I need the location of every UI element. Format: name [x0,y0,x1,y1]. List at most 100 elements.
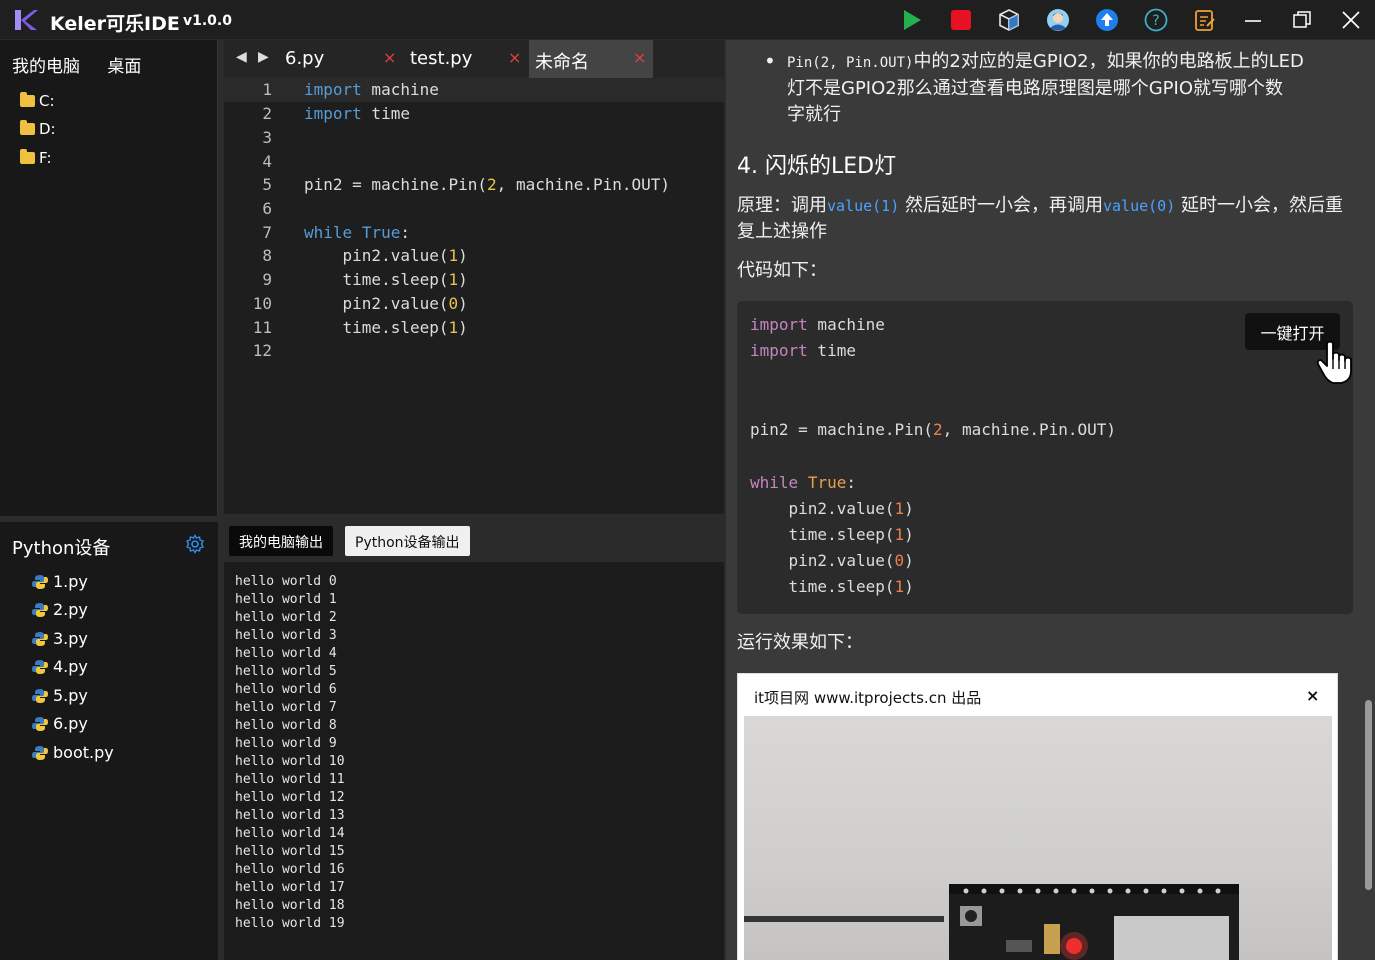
python-file-icon [32,688,48,703]
gear-icon[interactable] [185,534,205,554]
principle-paragraph: 原理：调用value(1) 然后延时一小会，再调用value(0) 延时一小会，… [737,193,1357,245]
doc-pane: • Pin(2, Pin.OUT)中的2对应的是GPIO2，如果你的电路板上的L… [726,40,1361,960]
bullet-text: 字就行 [787,104,841,125]
line-number: 1 [262,80,272,99]
principle-text: 延时一小会，然后重 [1180,195,1343,216]
code-line[interactable]: 7 while True: [224,221,724,245]
restore-icon[interactable] [1290,8,1314,32]
tab-python-device-output[interactable]: Python设备输出 [345,526,470,556]
python-file-icon [32,745,48,760]
line-content: time.sleep(1) [304,318,468,337]
drive-item-c[interactable]: C: [20,92,55,110]
code-block-line: pin2.value(0) [750,551,914,570]
device-file-item[interactable]: boot.py [32,743,114,762]
stop-icon[interactable] [949,8,973,32]
device-file-name: 1.py [53,572,88,591]
app-version: v1.0.0 [183,13,232,29]
file-browser-panel: 我的电脑 桌面 C: D: F: [0,40,218,516]
editor-tab-testpy[interactable]: test.py × [402,40,527,78]
code-block-line: import time [750,341,856,360]
python-file-icon [32,659,48,674]
code-line[interactable]: 1 import machine [224,78,724,102]
tab-my-computer[interactable]: 我的电脑 [12,57,80,77]
close-icon[interactable] [1339,8,1363,32]
run-icon[interactable] [900,8,924,32]
tab-desktop[interactable]: 桌面 [107,57,141,77]
line-content: pin2.value(0) [304,294,468,313]
output-line: hello world 4 [235,646,337,661]
line-content: while True: [304,223,410,242]
doc-scrollbar-thumb[interactable] [1365,700,1372,890]
line-number: 8 [262,246,272,265]
minimize-icon[interactable] [1241,8,1265,32]
help-icon[interactable]: ? [1144,8,1168,32]
editor-tab-untitled[interactable]: 未命名 × [529,40,653,78]
output-line: hello world 18 [235,898,345,913]
bullet-text: 中的2对应的是GPIO2，如果你的电路板上的LED [913,51,1304,72]
code-line[interactable]: 11 time.sleep(1) [224,316,724,340]
output-console: hello world 0 hello world 1 hello world 2 h… [224,562,724,960]
inline-code: value(1) [827,197,900,215]
hand-cursor-icon [1316,340,1352,384]
drive-label: C: [39,92,55,110]
code-line[interactable]: 9 time.sleep(1) [224,268,724,292]
code-line[interactable]: 4 [224,150,724,174]
notes-icon[interactable] [1193,8,1217,32]
device-file-item[interactable]: 4.py [32,657,88,676]
output-line: hello world 1 [235,592,337,607]
app-title: Keler可乐IDE [50,13,180,35]
code-line[interactable]: 10 pin2.value(0) [224,292,724,316]
device-file-item[interactable]: 6.py [32,714,88,733]
tab-prev-icon[interactable]: ◀ [236,49,247,65]
demo-image-frame: it项目网 www.itprojects.cn 出品 × [737,673,1338,960]
code-line[interactable]: 6 [224,197,724,221]
package-icon[interactable] [997,8,1021,32]
device-file-item[interactable]: 3.py [32,629,88,648]
code-line[interactable]: 2 import time [224,102,724,126]
image-close-icon[interactable]: × [1306,686,1319,705]
code-line[interactable]: 5 pin2 = machine.Pin(2, machine.Pin.OUT) [224,173,724,197]
drive-label: F: [39,149,52,167]
code-block: 一键打开 import machine import time pin2 = mac… [737,301,1353,614]
tab-next-icon[interactable]: ▶ [258,49,269,65]
code-editor[interactable]: 1 import machine 2 import time 3 4 5 pin2 = mac… [224,78,724,514]
code-line[interactable]: 12 [224,339,724,363]
line-number: 6 [262,199,272,218]
line-number: 7 [262,223,272,242]
output-line: hello world 11 [235,772,345,787]
device-file-name: 2.py [53,600,88,619]
device-file-item[interactable]: 2.py [32,600,88,619]
output-line: hello world 0 [235,574,337,589]
drive-item-f[interactable]: F: [20,149,52,167]
python-device-panel: Python设备 1.py 2.py 3.py 4.py 5.py 6.py boot.py [0,522,218,960]
python-file-icon [32,716,48,731]
code-line[interactable]: 3 [224,126,724,150]
line-content: import machine [304,80,439,99]
editor-output-splitter[interactable] [224,514,724,522]
line-number: 11 [252,318,272,337]
line-number: 5 [262,175,272,194]
inline-code: Pin(2, Pin.OUT) [787,55,914,71]
drive-item-d[interactable]: D: [20,120,56,138]
tab-label: 6.py [285,48,325,69]
tab-close-icon[interactable]: × [383,48,396,67]
upload-icon[interactable] [1095,8,1119,32]
line-number: 3 [262,128,272,147]
output-tab-bar: 我的电脑输出 Python设备输出 [224,522,724,562]
code-block-line: time.sleep(1) [750,525,914,544]
line-number: 2 [262,104,272,123]
tab-my-computer-output[interactable]: 我的电脑输出 [229,526,333,556]
tab-close-icon[interactable]: × [508,48,521,67]
device-file-item[interactable]: 1.py [32,572,88,591]
code-line[interactable]: 8 pin2.value(1) [224,244,724,268]
output-line: hello world 6 [235,682,337,697]
editor-tab-bar: ◀ ▶ 6.py × test.py × 未命名 × [224,40,724,78]
title-bar: Keler可乐IDE v1.0.0 ? [0,0,1375,40]
user-avatar-icon[interactable] [1046,8,1070,32]
editor-tab-6py[interactable]: 6.py × [277,40,400,78]
device-file-name: 5.py [53,686,88,705]
device-file-item[interactable]: 5.py [32,686,88,705]
tab-close-icon[interactable]: × [633,48,646,67]
line-number: 10 [252,294,272,313]
python-file-icon [32,574,48,589]
